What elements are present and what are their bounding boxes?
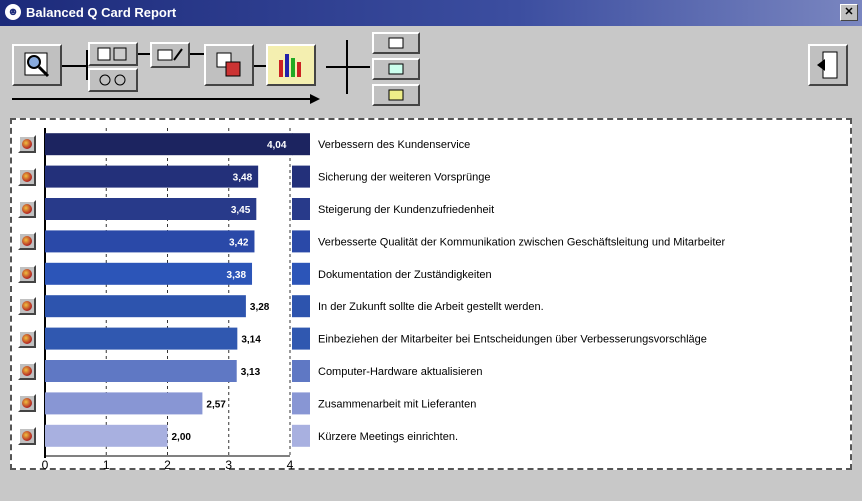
preview-button[interactable] [12,44,62,86]
chart-panel [10,118,852,470]
row-detail-button[interactable] [18,394,36,413]
row-detail-button[interactable] [18,264,36,283]
magnifier-icon [24,52,50,78]
option-bottom-button[interactable] [372,84,420,106]
option-middle-button[interactable] [372,58,420,80]
edit-icon [157,48,183,61]
data-input-icon [97,47,127,61]
exit-icon [817,51,838,79]
row-detail-button[interactable] [18,232,36,251]
close-button[interactable]: ✕ [840,4,858,21]
data-input-button[interactable] [88,42,138,66]
data-link-icon [99,74,126,86]
edit-button[interactable] [150,42,190,68]
title-bar: ☻ Balanced Q Card Report ✕ [0,0,862,26]
app-icon: ☻ [5,4,21,20]
row-detail-button[interactable] [18,200,36,218]
workflow-arrow [12,98,312,100]
data-link-button[interactable] [88,68,138,92]
bar-chart-icon [279,54,301,77]
row-detail-button[interactable] [18,362,36,380]
exit-button[interactable] [808,44,848,86]
chart-button[interactable] [266,44,316,86]
window-title: Balanced Q Card Report [26,5,177,20]
status-bar [0,478,862,501]
workflow-arrow-head [310,94,320,104]
row-detail-button[interactable] [18,135,36,154]
row-detail-button[interactable] [18,167,36,186]
option-top-button[interactable] [372,32,420,54]
layout-button[interactable] [204,44,254,86]
row-detail-button[interactable] [18,297,36,316]
row-detail-button[interactable] [18,329,36,348]
layout-icon [216,52,241,77]
row-detail-button[interactable] [18,426,36,445]
option-icon [388,37,404,49]
option-icon [388,63,404,75]
option-icon [388,89,404,101]
